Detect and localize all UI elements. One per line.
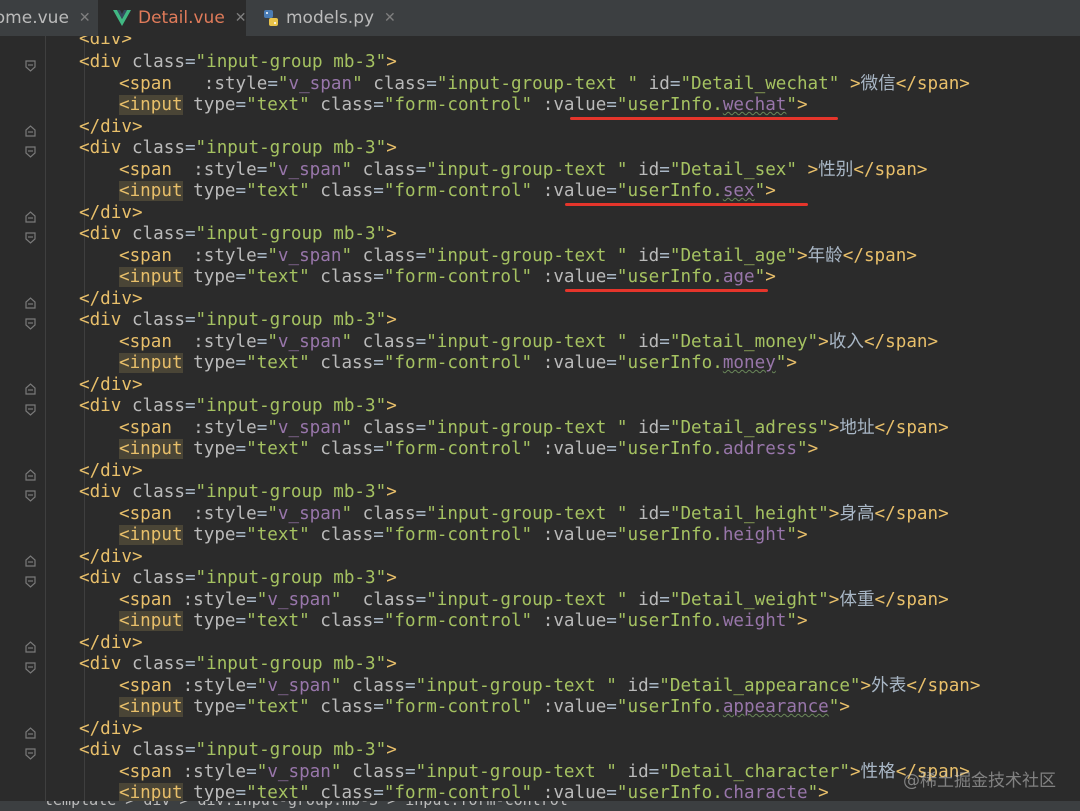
annotation-underline: [570, 117, 838, 120]
fold-end-icon[interactable]: [25, 724, 36, 743]
annotation-underline: [565, 203, 808, 206]
code-line-input: <input type="text" class="form-control" …: [119, 525, 808, 545]
fold-collapse-icon[interactable]: [25, 659, 36, 678]
code-line-div-open: <div class="input-group mb-3">: [79, 654, 397, 674]
fold-end-icon[interactable]: [25, 208, 36, 227]
code-line-input: <input type="text" class="form-control" …: [119, 439, 819, 459]
code-line-div-open: <div class="input-group mb-3">: [79, 224, 397, 244]
code-line-span: <span :style="v_span" class="input-group…: [119, 73, 970, 94]
code-line-input: <input type="text" class="form-control" …: [119, 611, 808, 631]
code-line-div-close: </div>: [79, 288, 143, 309]
annotation-underline: [565, 289, 768, 292]
fold-collapse-icon[interactable]: [25, 745, 36, 764]
fold-gutter: [0, 36, 46, 801]
code-line-div-close: </div>: [79, 632, 143, 653]
fold-collapse-icon[interactable]: [25, 57, 36, 76]
tab-label: Home.vue: [0, 8, 69, 28]
fold-end-icon[interactable]: [25, 294, 36, 313]
fold-end-icon[interactable]: [25, 466, 36, 485]
tab-label: models.py: [286, 8, 375, 28]
tab-models-py[interactable]: models.py ✕: [250, 0, 396, 36]
code-editor[interactable]: <div> <div class="input-group mb-3"> <spa…: [0, 36, 1080, 801]
code-line-input: <input type="text" class="form-control" …: [119, 783, 829, 801]
code-line-div-open: <div class="input-group mb-3">: [79, 482, 397, 502]
code-line-div-close: </div>: [79, 374, 143, 395]
code-line-span: <span :style="v_span" class="input-group…: [119, 159, 928, 180]
fold-collapse-icon[interactable]: [25, 401, 36, 420]
fold-end-icon[interactable]: [25, 122, 36, 141]
code-line-div-open: <div>: [79, 36, 132, 49]
code-line-div-open: <div class="input-group mb-3">: [79, 310, 397, 330]
vue-icon: [112, 9, 132, 27]
code-line-div-open: <div class="input-group mb-3">: [79, 138, 397, 158]
code-line-div-close: </div>: [79, 718, 143, 739]
code-line-span: <span :style="v_span" class="input-group…: [119, 503, 949, 524]
code-line-div-open: <div class="input-group mb-3">: [79, 396, 397, 416]
indent-guide: [45, 36, 46, 801]
code-line-span: <span :style="v_span" class="input-group…: [119, 675, 981, 696]
code-line-input: <input type="text" class="form-control" …: [119, 181, 776, 201]
code-line-span: <span :style="v_span" class="input-group…: [119, 589, 949, 610]
code-line-span: <span :style="v_span" class="input-group…: [119, 417, 949, 438]
fold-collapse-icon[interactable]: [25, 229, 36, 248]
fold-end-icon[interactable]: [25, 638, 36, 657]
code-line-input: <input type="text" class="form-control" …: [119, 267, 776, 287]
fold-collapse-icon[interactable]: [25, 487, 36, 506]
code-line-div-open: <div class="input-group mb-3">: [79, 740, 397, 760]
watermark: @稀土掘金技术社区: [903, 771, 1056, 791]
python-icon: [262, 9, 280, 27]
code-line-span: <span :style="v_span" class="input-group…: [119, 245, 917, 266]
code-line-input: <input type="text" class="form-control" …: [119, 353, 797, 373]
fold-end-icon[interactable]: [25, 552, 36, 571]
code-line-span: <span :style="v_span" class="input-group…: [119, 331, 939, 352]
editor-tab-bar: Home.vue ✕ Detail.vue ✕ models.py ✕: [0, 0, 1080, 37]
code-line-span: <span :style="v_span" class="input-group…: [119, 761, 970, 782]
code-line-div-open: <div class="input-group mb-3">: [79, 52, 397, 72]
code-line-div-open: <div class="input-group mb-3">: [79, 568, 397, 588]
tab-detail-vue[interactable]: Detail.vue ✕: [98, 0, 247, 36]
tab-home-vue[interactable]: Home.vue ✕: [0, 0, 92, 36]
fold-collapse-icon[interactable]: [25, 573, 36, 592]
tab-label: Detail.vue: [138, 8, 225, 28]
breadcrumb[interactable]: template > div > div.input-group.mb-3 > …: [0, 801, 1080, 811]
close-icon[interactable]: ✕: [384, 10, 396, 26]
close-icon[interactable]: ✕: [235, 10, 247, 26]
breadcrumb-path: template > div > div.input-group.mb-3 > …: [44, 801, 568, 809]
code-line-div-close: </div>: [79, 546, 143, 567]
close-icon[interactable]: ✕: [79, 10, 91, 26]
code-line-input: <input type="text" class="form-control" …: [119, 697, 850, 717]
code-line-input: <input type="text" class="form-control" …: [119, 95, 808, 115]
fold-collapse-icon[interactable]: [25, 143, 36, 162]
fold-end-icon[interactable]: [25, 380, 36, 399]
fold-collapse-icon[interactable]: [25, 315, 36, 334]
code-line-div-close: </div>: [79, 460, 143, 481]
code-line-div-close: </div>: [79, 202, 143, 223]
code-line-div-close: </div>: [79, 116, 143, 137]
